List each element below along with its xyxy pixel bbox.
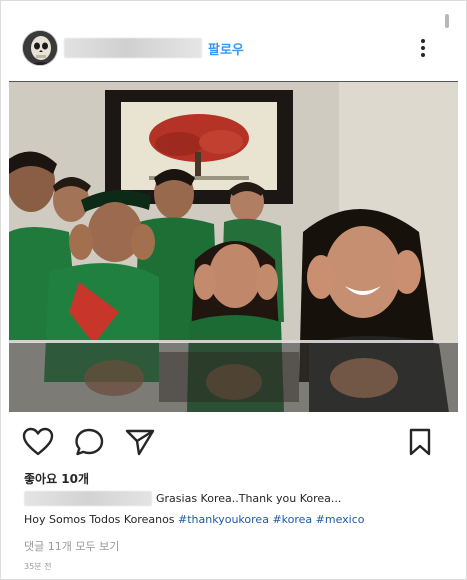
hashtag-korea[interactable]: #korea	[272, 513, 312, 526]
caption-line-1: Grasias Korea..Thank you Korea...	[24, 490, 454, 508]
post-photo[interactable]	[9, 81, 458, 412]
likes-count[interactable]: 좋아요 10개	[24, 470, 89, 487]
hashtag-mexico[interactable]: #mexico	[316, 513, 365, 526]
post-timestamp: 35분 전	[24, 562, 52, 571]
caption-username-blurred[interactable]	[24, 491, 152, 506]
bookmark-icon[interactable]	[404, 427, 436, 457]
more-vertical-icon[interactable]	[417, 36, 429, 62]
username-blurred[interactable]	[64, 38, 202, 58]
skull-mask-avatar-icon	[23, 31, 57, 65]
avatar[interactable]	[22, 30, 58, 66]
view-all-comments-link[interactable]: 댓글 11개 모두 보기	[24, 538, 119, 554]
action-bar	[0, 425, 467, 459]
caption-line-2: Hoy Somos Todos Koreanos #thankyoukorea …	[24, 513, 365, 526]
caption-text-2: Hoy Somos Todos Koreanos	[24, 513, 179, 526]
follow-button[interactable]: 팔로우	[208, 39, 244, 58]
heart-icon[interactable]	[22, 427, 54, 457]
send-icon[interactable]	[124, 427, 156, 457]
comment-icon[interactable]	[74, 427, 106, 457]
caption-text: Grasias Korea..Thank you Korea...	[156, 492, 342, 505]
hashtag-thankyoukorea[interactable]: #thankyoukorea	[178, 513, 269, 526]
post-header: 팔로우	[0, 22, 467, 74]
group-selfie-photo	[9, 82, 458, 412]
